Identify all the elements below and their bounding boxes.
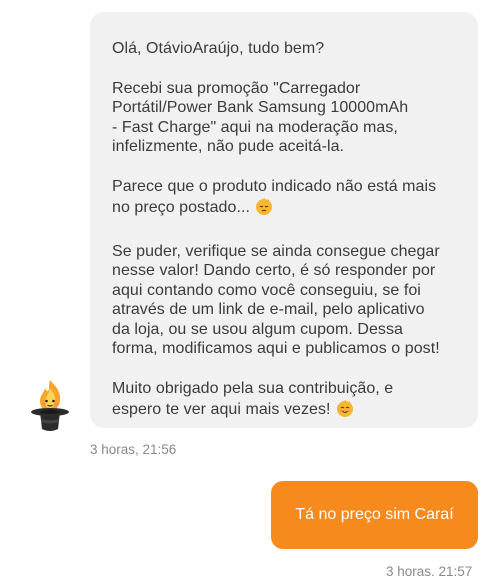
flame-in-top-hat-icon: [31, 380, 69, 431]
message-paragraph-promotion: Recebi sua promoção "Carregador Portátil…: [112, 79, 409, 156]
outgoing-timestamp: 3 horas, 21:57: [386, 564, 473, 576]
pensive-face-icon: [254, 196, 274, 222]
sender-avatar[interactable]: [28, 377, 72, 435]
chat-thread: Olá, OtávioAraújo, tudo bem? Recebi sua …: [0, 0, 500, 576]
message-paragraph-thanks: Muito obrigado pela sua contribuição, e …: [112, 379, 468, 424]
smiling-face-icon: [335, 398, 355, 424]
message-paragraph-price: Parece que o produto indicado não está m…: [112, 177, 468, 222]
message-paragraph-instructions: Se puder, verifique se ainda consegue ch…: [112, 242, 440, 358]
outgoing-message-text: Tá no preço sim Caraí: [295, 506, 454, 523]
message-paragraph-greeting: Olá, OtávioAraújo, tudo bem?: [112, 40, 325, 57]
outgoing-message-bubble: Tá no preço sim Caraí: [271, 481, 478, 549]
incoming-timestamp: 3 horas, 21:56: [90, 442, 177, 457]
incoming-message-bubble: Olá, OtávioAraújo, tudo bem? Recebi sua …: [90, 12, 478, 428]
